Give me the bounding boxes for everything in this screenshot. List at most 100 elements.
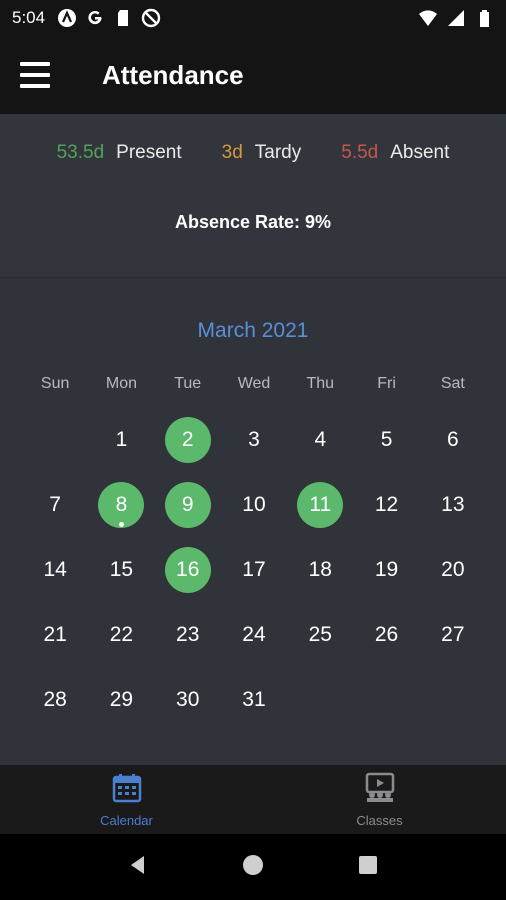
weekday-label: Sat [440,375,465,392]
calendar-day[interactable]: 8 [88,482,154,547]
page-title: Attendance [102,59,244,90]
day-number: 11 [297,482,344,528]
back-icon[interactable] [126,853,150,882]
calendar-day[interactable]: 28 [22,677,88,742]
calendar-grid: 1 2 3 4 5 6 7 8 9 10 11 12 13 14 15 16 17 18 19 20 21 22 23 24 2… [22,417,486,742]
day-number: 27 [441,623,465,646]
day-number: 17 [242,558,266,581]
present-value: 53.5d [56,142,105,163]
weekday-label: Mon [105,375,137,392]
calendar-day[interactable]: 2 [155,417,221,482]
calendar-day[interactable]: 11 [287,482,353,547]
sd-card-icon [113,8,133,28]
calendar-icon [111,772,143,809]
day-number: 31 [242,688,266,711]
signal-icon [446,8,466,28]
day-number: 19 [374,558,399,581]
calendar-day[interactable]: 20 [420,547,486,612]
present-stat: 53.5d Present [57,142,182,164]
calendar-day[interactable]: 19 [353,547,419,612]
calendar-day[interactable]: 26 [353,612,419,677]
tardy-label: Tardy [254,142,302,163]
weekday-header: Sun Mon Tue Wed Thu Fri Sat [22,375,486,393]
wifi-icon [418,8,438,28]
nav-calendar-label: Calendar [100,812,153,828]
app-a-icon [57,8,77,28]
tardy-stat: 3d Tardy [222,142,302,164]
status-time: 5:04 [12,8,46,27]
day-number: 5 [380,428,393,451]
day-number: 30 [176,688,200,711]
calendar-day[interactable]: 7 [22,482,88,547]
day-number: 2 [164,417,211,463]
calendar-day[interactable]: 25 [287,612,353,677]
nav-calendar[interactable]: Calendar [0,765,253,834]
day-number: 4 [314,428,327,451]
day-number: 3 [248,428,260,451]
calendar-day[interactable]: 22 [88,612,154,677]
absence-rate: Absence Rate: 9% [174,212,332,232]
absent-value: 5.5d [341,142,379,163]
calendar-day[interactable]: 16 [155,547,221,612]
day-number: 22 [109,623,134,646]
calendar-day[interactable]: 23 [155,612,221,677]
month-title: March 2021 [197,319,309,342]
weekday-label: Sun [40,375,70,392]
calendar-blank [22,417,88,482]
day-number: 7 [49,493,61,516]
calendar-day[interactable]: 29 [88,677,154,742]
absent-label: Absent [390,142,450,163]
status-icons-left [57,8,161,28]
calendar-day[interactable]: 15 [88,547,154,612]
menu-icon[interactable] [20,62,50,88]
system-nav-bar [0,834,506,900]
calendar-day[interactable]: 12 [353,482,419,547]
calendar-day[interactable]: 9 [155,482,221,547]
day-number: 24 [242,623,266,646]
day-number: 12 [374,493,399,516]
calendar-day[interactable]: 6 [420,417,486,482]
status-icons-right [418,8,494,28]
calendar-day[interactable]: 13 [420,482,486,547]
weekday-label: Thu [306,375,335,392]
calendar-day[interactable]: 1 [88,417,154,482]
present-label: Present [116,142,182,163]
calendar-day[interactable]: 5 [353,417,419,482]
day-number: 10 [242,493,266,516]
absent-stat: 5.5d Absent [341,142,449,164]
calendar-day[interactable]: 17 [221,547,287,612]
calendar-day[interactable]: 3 [221,417,287,482]
weekday-label: Fri [377,375,396,392]
calendar-day[interactable]: 4 [287,417,353,482]
calendar-day[interactable]: 21 [22,612,88,677]
nav-classes[interactable]: Classes [253,765,506,834]
recents-icon[interactable] [356,853,380,882]
day-number: 21 [43,623,67,646]
day-number: 18 [308,558,332,581]
event-dot [118,522,124,527]
day-number: 23 [176,623,200,646]
app-bar: Attendance [0,36,506,114]
day-number: 20 [441,558,465,581]
calendar-day[interactable]: 10 [221,482,287,547]
weekday-label: Tue [174,375,202,392]
calendar-day[interactable]: 31 [221,677,287,742]
calendar-day[interactable]: 30 [155,677,221,742]
calendar-day[interactable]: 24 [221,612,287,677]
google-icon [85,8,105,28]
day-number: 9 [164,482,211,528]
nav-classes-label: Classes [356,812,403,828]
home-icon[interactable] [241,853,265,882]
weekday-label: Wed [237,375,271,392]
attendance-summary: 53.5d Present 3d Tardy 5.5d Absent Absen… [0,114,506,278]
calendar-day[interactable]: 14 [22,547,88,612]
day-number: 29 [109,688,134,711]
day-number: 26 [374,623,399,646]
calendar-day[interactable]: 27 [420,612,486,677]
classes-icon [363,772,397,809]
tardy-value: 3d [221,142,243,163]
calendar-day[interactable]: 18 [287,547,353,612]
day-number: 15 [109,558,134,581]
day-number: 16 [164,547,211,593]
day-number: 6 [447,428,459,451]
